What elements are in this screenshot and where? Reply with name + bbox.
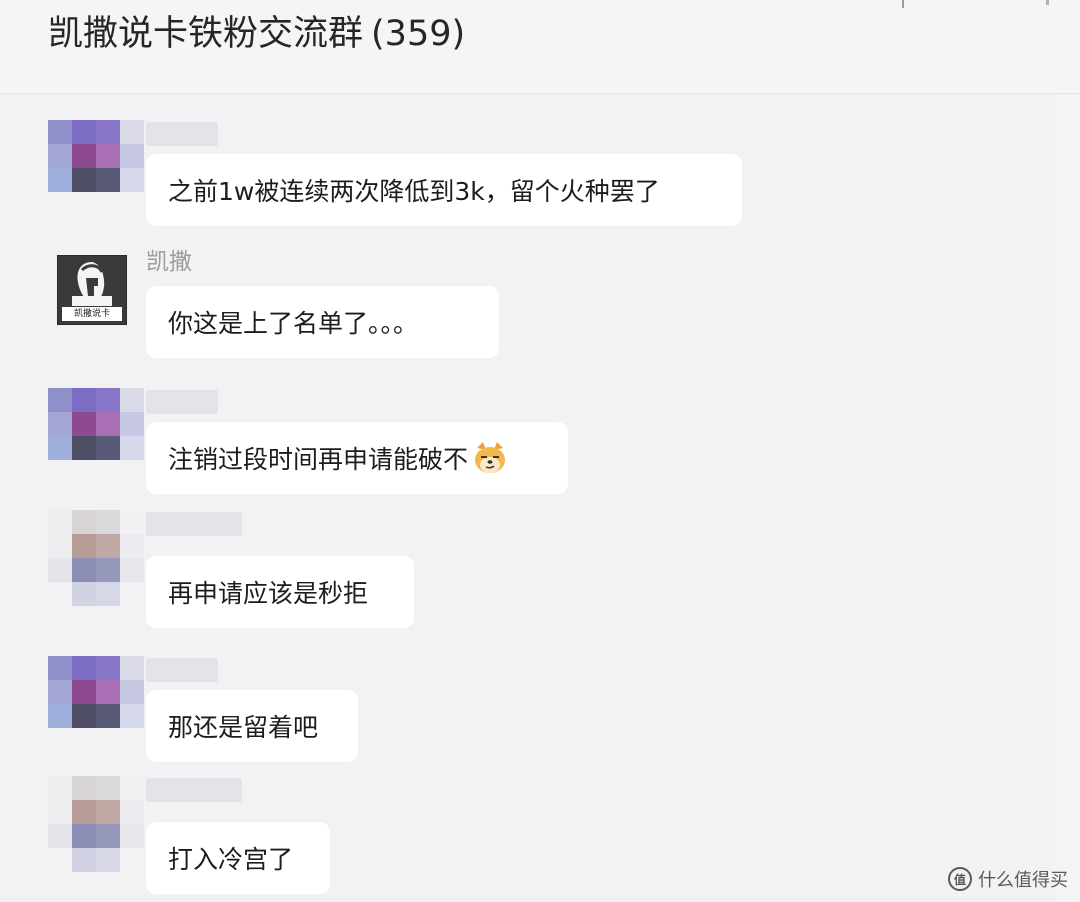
sender-name-blurred bbox=[146, 778, 242, 802]
chat-window: 凯撒说卡铁粉交流群 (359) 之前1w被连续两次降低到3k，留个火种罢了 凯撒… bbox=[0, 0, 1080, 902]
group-name: 凯撒说卡铁粉交流群 bbox=[48, 14, 364, 54]
message-item: 那还是留着吧 bbox=[0, 654, 1060, 764]
avatar-caption: 凯撒说卡 bbox=[62, 307, 122, 321]
message-bubble[interactable]: 你这是上了名单了。。。 bbox=[146, 286, 499, 358]
sender-name-blurred bbox=[146, 390, 218, 414]
message-bubble[interactable]: 那还是留着吧 bbox=[146, 690, 358, 762]
group-title[interactable]: 凯撒说卡铁粉交流群 (359) bbox=[48, 10, 465, 58]
warrior-helmet-logo-icon bbox=[72, 262, 112, 306]
message-bubble[interactable]: 注销过段时间再申请能破不 bbox=[146, 422, 568, 494]
message-item: 之前1w被连续两次降低到3k，留个火种罢了 bbox=[0, 118, 1060, 228]
message-bubble[interactable]: 之前1w被连续两次降低到3k，留个火种罢了 bbox=[146, 154, 742, 226]
message-text: 你这是上了名单了。。。 bbox=[168, 309, 419, 338]
avatar[interactable] bbox=[48, 510, 144, 606]
message-text: 再申请应该是秒拒 bbox=[168, 579, 369, 608]
header-corner-mark bbox=[1046, 0, 1049, 5]
watermark-text: 什么值得买 bbox=[978, 870, 1068, 891]
message-item: 凯撒说卡 凯撒 你这是上了名单了。。。 bbox=[0, 246, 1060, 360]
message-bubble[interactable]: 再申请应该是秒拒 bbox=[146, 556, 414, 628]
message-text: 之前1w被连续两次降低到3k，留个火种罢了 bbox=[168, 177, 660, 206]
message-text: 那还是留着吧 bbox=[168, 713, 319, 742]
site-watermark: 值 什么值得买 bbox=[948, 864, 1068, 894]
message-bubble[interactable]: 打入冷宫了 bbox=[146, 822, 330, 894]
avatar[interactable] bbox=[48, 388, 144, 484]
zhi-logo-icon: 值 bbox=[948, 867, 972, 891]
chat-header: 凯撒说卡铁粉交流群 (359) bbox=[0, 0, 1080, 94]
avatar[interactable] bbox=[48, 120, 144, 216]
member-count: (359) bbox=[371, 14, 466, 54]
avatar[interactable] bbox=[48, 776, 144, 872]
header-divider bbox=[902, 0, 904, 8]
message-item: 注销过段时间再申请能破不 bbox=[0, 386, 1060, 496]
message-item: 打入冷宫了 bbox=[0, 774, 1060, 900]
sender-name-blurred bbox=[146, 658, 218, 682]
message-text: 注销过段时间再申请能破不 bbox=[168, 445, 469, 474]
sender-name-blurred bbox=[146, 512, 242, 536]
doge-emoji-icon bbox=[475, 442, 506, 473]
message-text: 打入冷宫了 bbox=[168, 845, 294, 874]
avatar[interactable] bbox=[48, 656, 144, 752]
sender-name: 凯撒 bbox=[146, 249, 192, 275]
avatar[interactable]: 凯撒说卡 bbox=[57, 255, 127, 325]
sender-name-blurred bbox=[146, 122, 218, 146]
message-item: 再申请应该是秒拒 bbox=[0, 508, 1060, 630]
